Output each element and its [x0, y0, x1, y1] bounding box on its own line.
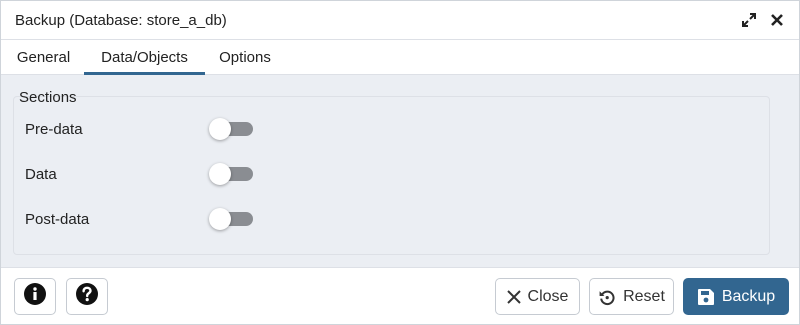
backup-dialog: Backup (Database: store_a_db) General Da… [0, 0, 800, 325]
data-toggle[interactable] [209, 163, 253, 185]
help-button[interactable] [66, 278, 108, 315]
backup-button-label: Backup [721, 287, 776, 305]
tab-data-objects[interactable]: Data/Objects [84, 41, 205, 75]
pre-data-toggle[interactable] [209, 118, 253, 140]
post-data-toggle[interactable] [209, 208, 253, 230]
expand-icon[interactable] [741, 12, 757, 28]
dialog-title: Backup (Database: store_a_db) [15, 12, 227, 29]
toggle-knob [209, 163, 231, 185]
tab-options[interactable]: Options [207, 41, 283, 75]
info-button[interactable] [14, 278, 56, 315]
save-icon [697, 288, 715, 306]
sections-title: Sections [19, 89, 77, 106]
help-icon [76, 283, 98, 310]
title-tools [741, 12, 785, 28]
post-data-label: Post-data [25, 211, 90, 228]
reset-button-label: Reset [623, 287, 665, 305]
close-button-label: Close [527, 287, 569, 305]
sections-fieldset [13, 96, 770, 255]
close-x-icon[interactable] [769, 12, 785, 28]
dialog-titlebar[interactable]: Backup (Database: store_a_db) [1, 1, 799, 40]
data-label: Data [25, 166, 57, 183]
close-icon [506, 289, 521, 304]
backup-button[interactable]: Backup [683, 278, 789, 315]
toggle-knob [209, 208, 231, 230]
toggle-knob [209, 118, 231, 140]
dialog-footer: Close Reset Backup [1, 267, 799, 324]
reset-icon [598, 288, 616, 306]
tab-bar: General Data/Objects Options [1, 41, 799, 75]
info-icon [24, 283, 46, 310]
reset-button[interactable]: Reset [589, 278, 674, 315]
close-button[interactable]: Close [495, 278, 580, 315]
pre-data-label: Pre-data [25, 121, 83, 138]
tab-content: Sections Pre-data Data Post-data [1, 75, 799, 267]
tab-general[interactable]: General [5, 41, 82, 75]
